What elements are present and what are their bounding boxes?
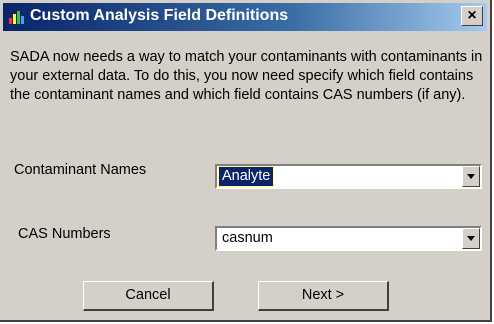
title-bar[interactable]: Custom Analysis Field Definitions × <box>3 3 487 31</box>
instructions-text: SADA now needs a way to match your conta… <box>10 49 483 103</box>
close-icon: × <box>467 7 477 24</box>
next-button[interactable]: Next > <box>258 281 389 311</box>
chevron-down-icon[interactable] <box>462 166 480 187</box>
cas-numbers-value: casnum <box>222 230 273 246</box>
contaminant-names-label: Contaminant Names <box>14 162 147 178</box>
cas-numbers-label: CAS Numbers <box>18 226 111 242</box>
cancel-button[interactable]: Cancel <box>83 281 214 311</box>
custom-analysis-dialog: Custom Analysis Field Definitions × SADA… <box>0 0 492 322</box>
sada-app-icon <box>9 11 24 24</box>
chevron-down-icon[interactable] <box>462 228 480 249</box>
cas-numbers-dropdown[interactable]: casnum <box>215 226 482 251</box>
window-title: Custom Analysis Field Definitions <box>30 7 289 24</box>
contaminant-names-value: Analyte <box>217 166 275 187</box>
contaminant-names-dropdown[interactable]: Analyte <box>215 164 482 189</box>
close-button[interactable]: × <box>461 6 483 26</box>
